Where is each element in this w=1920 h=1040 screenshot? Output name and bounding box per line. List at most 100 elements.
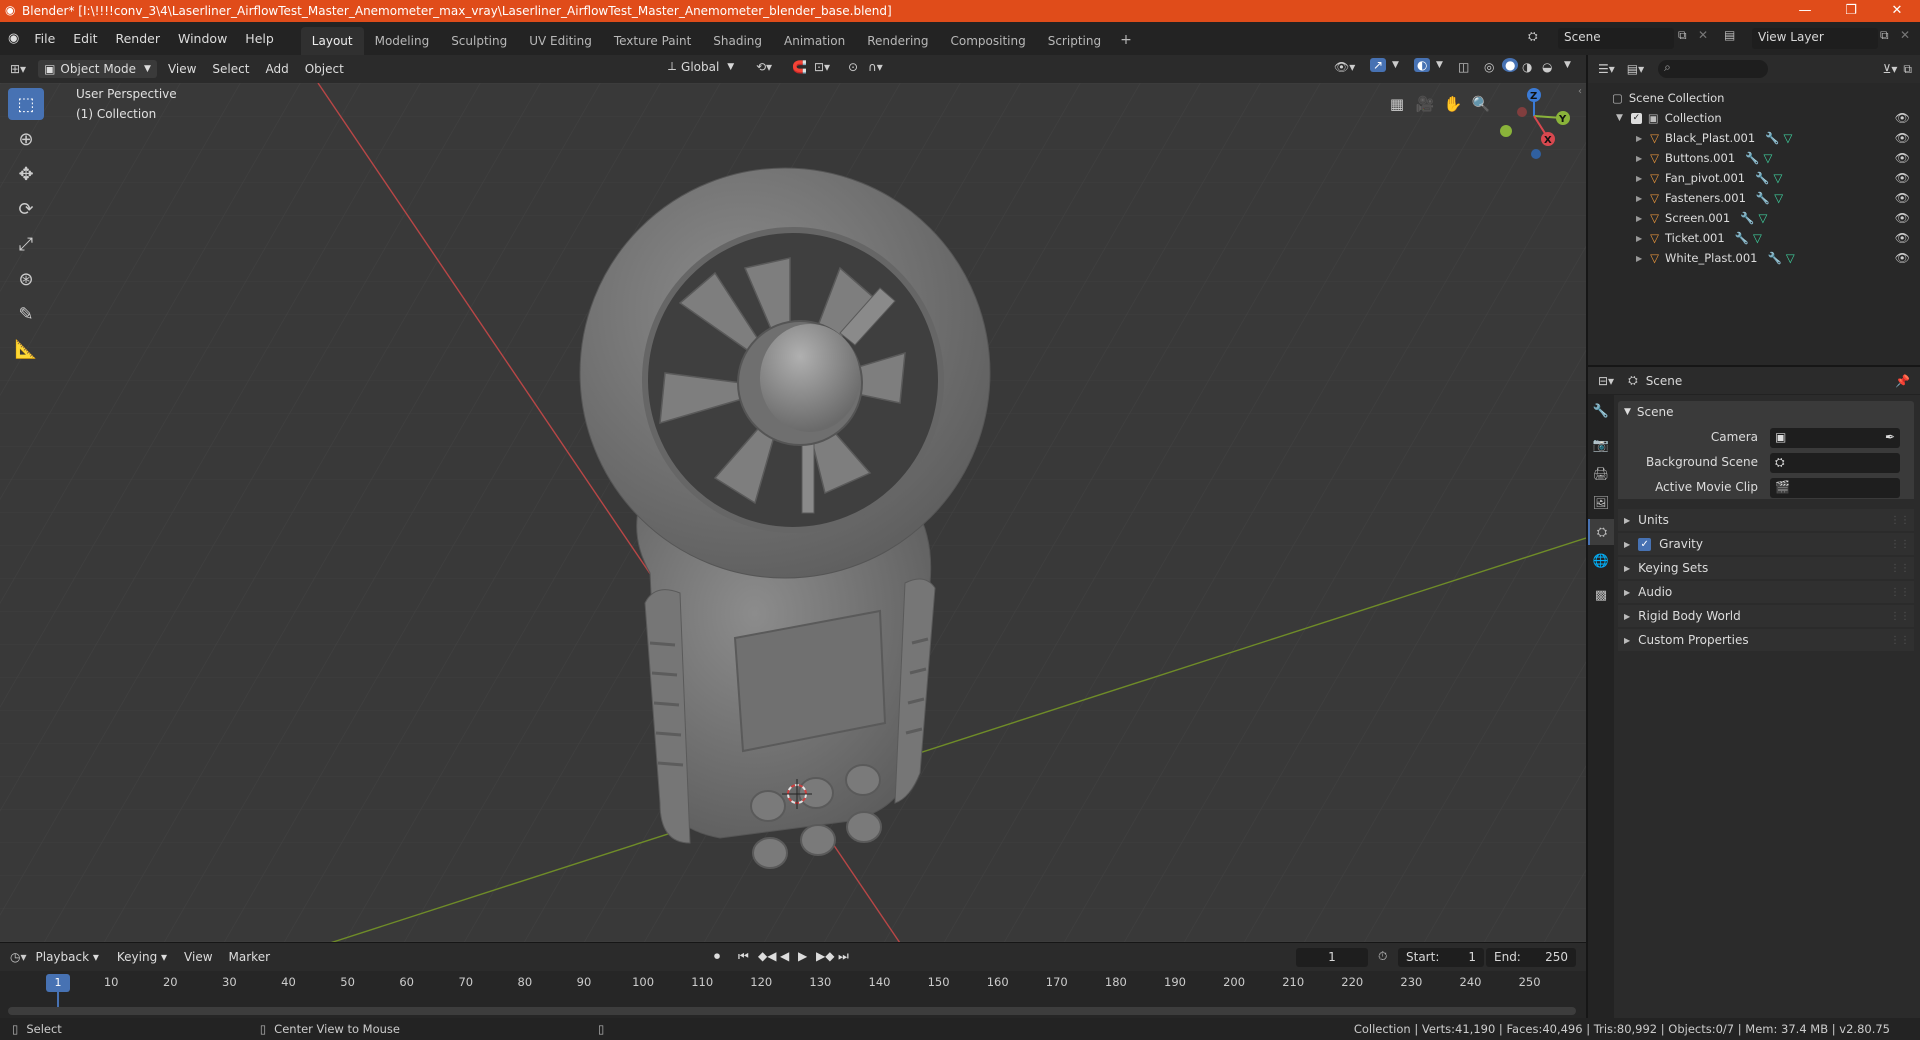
keying-menu[interactable]: Keying ▾ bbox=[111, 948, 173, 966]
scene-panel-header[interactable]: ▼ Scene bbox=[1618, 401, 1914, 423]
overlays-icon[interactable]: ◐ bbox=[1414, 58, 1431, 72]
wireframe-shading-icon[interactable]: ◎ bbox=[1484, 60, 1494, 74]
current-frame-field[interactable]: 1 bbox=[1296, 948, 1368, 967]
delete-scene-icon[interactable]: ✕ bbox=[1698, 28, 1708, 42]
drag-handle-icon[interactable]: ⋮⋮ bbox=[1890, 539, 1910, 550]
eye-icon[interactable]: 👁 bbox=[1895, 211, 1910, 225]
expand-arrow-icon[interactable]: ▶ bbox=[1636, 154, 1642, 163]
subpanel-units[interactable]: ▶ Units ⋮⋮ bbox=[1618, 509, 1914, 531]
measure-tool[interactable]: 📐 bbox=[8, 333, 44, 365]
neg-y-axis-handle[interactable] bbox=[1500, 125, 1512, 137]
expand-arrow-icon[interactable]: ▶ bbox=[1636, 254, 1642, 263]
eye-icon[interactable]: 👁 bbox=[1895, 231, 1910, 245]
clock-icon[interactable]: ⏱ bbox=[1378, 949, 1387, 964]
xray-icon[interactable]: ◫ bbox=[1458, 60, 1469, 74]
render-tab-icon[interactable]: 📷 bbox=[1588, 432, 1614, 458]
mesh-data-icon[interactable]: ▽ bbox=[1773, 171, 1782, 185]
menu-file[interactable]: File bbox=[25, 31, 64, 46]
menu-window[interactable]: Window bbox=[169, 31, 236, 46]
menu-add[interactable]: Add bbox=[257, 60, 296, 78]
play-reverse-icon[interactable]: ◀ bbox=[780, 949, 789, 963]
neg-z-axis-handle[interactable] bbox=[1531, 149, 1541, 159]
orientation-dropdown[interactable]: ⟂ Global ▼ bbox=[668, 59, 734, 74]
scene-tab-icon[interactable]: ⛭ bbox=[1588, 519, 1614, 545]
jump-end-icon[interactable]: ⏭ bbox=[838, 949, 849, 964]
pan-hand-icon[interactable]: ✋ bbox=[1439, 90, 1467, 118]
camera-view-icon[interactable]: 🎥 bbox=[1411, 90, 1439, 118]
chevron-down-icon[interactable]: ▼ bbox=[1392, 60, 1399, 70]
drag-handle-icon[interactable]: ⋮⋮ bbox=[1890, 563, 1910, 574]
view-layer-selector[interactable]: View Layer bbox=[1752, 28, 1878, 49]
scene-selector[interactable]: Scene bbox=[1558, 28, 1674, 49]
exclude-checkbox[interactable]: ✓ bbox=[1630, 112, 1642, 124]
drag-handle-icon[interactable]: ⋮⋮ bbox=[1890, 587, 1910, 598]
mesh-data-icon[interactable]: ▽ bbox=[1753, 231, 1762, 245]
outliner-item[interactable]: ▶ ▽ Buttons.001 🔧 ▽ 👁 bbox=[1588, 148, 1920, 168]
subpanel-audio[interactable]: ▶ Audio ⋮⋮ bbox=[1618, 581, 1914, 603]
tab-scripting[interactable]: Scripting bbox=[1037, 27, 1112, 55]
end-frame-field[interactable]: End: 250 bbox=[1486, 948, 1576, 967]
chevron-down-icon[interactable]: ▼ bbox=[1564, 60, 1571, 70]
visibility-icon[interactable]: 👁▾ bbox=[1334, 60, 1355, 74]
tab-modeling[interactable]: Modeling bbox=[364, 27, 441, 55]
tool-tab-icon[interactable]: 🔧 bbox=[1588, 398, 1614, 424]
timeline-editor-icon[interactable]: ◷▾ bbox=[10, 950, 27, 964]
rotate-tool[interactable]: ⟳ bbox=[8, 193, 44, 225]
filter-icon[interactable]: ⊻▾ bbox=[1883, 62, 1898, 76]
blender-menu-icon[interactable]: ◉ bbox=[8, 31, 19, 46]
view-layer-icon[interactable]: ▤ bbox=[1724, 28, 1735, 42]
properties-editor-icon[interactable]: ⊟▾ bbox=[1598, 374, 1614, 388]
subpanel-custom-properties[interactable]: ▶ Custom Properties ⋮⋮ bbox=[1618, 629, 1914, 651]
outliner-scene-collection[interactable]: ▢ Scene Collection bbox=[1588, 88, 1920, 108]
menu-object[interactable]: Object bbox=[297, 60, 352, 78]
eye-icon[interactable]: 👁 bbox=[1895, 191, 1910, 205]
area-divider[interactable] bbox=[0, 942, 1586, 943]
material-shading-icon[interactable]: ◑ bbox=[1522, 60, 1532, 74]
outliner-search-input[interactable]: ⌕ bbox=[1658, 60, 1769, 78]
expand-arrow-icon[interactable]: ▼ bbox=[1616, 113, 1623, 123]
new-collection-icon[interactable]: ⧉ bbox=[1903, 62, 1912, 77]
outliner-item[interactable]: ▶ ▽ Screen.001 🔧 ▽ 👁 bbox=[1588, 208, 1920, 228]
modifier-icon[interactable]: 🔧 bbox=[1768, 251, 1782, 265]
minimize-icon[interactable]: — bbox=[1782, 0, 1828, 22]
sidebar-toggle-icon[interactable]: ‹ bbox=[1578, 86, 1582, 97]
mesh-data-icon[interactable]: ▽ bbox=[1759, 211, 1768, 225]
menu-edit[interactable]: Edit bbox=[64, 31, 106, 46]
editor-type-icon[interactable]: ⊞▾ bbox=[10, 62, 26, 76]
new-scene-icon[interactable]: ⧉ bbox=[1678, 28, 1687, 43]
subpanel-gravity[interactable]: ▶ ✓ Gravity ⋮⋮ bbox=[1618, 533, 1914, 555]
eye-icon[interactable]: 👁 bbox=[1895, 111, 1910, 125]
menu-render[interactable]: Render bbox=[106, 31, 169, 46]
area-divider[interactable] bbox=[1586, 55, 1588, 1018]
display-mode-icon[interactable]: ▤▾ bbox=[1627, 62, 1644, 76]
pin-icon[interactable]: 📌 bbox=[1895, 374, 1910, 388]
tab-compositing[interactable]: Compositing bbox=[940, 27, 1037, 55]
eye-icon[interactable]: 👁 bbox=[1895, 151, 1910, 165]
outliner-editor-icon[interactable]: ☰▾ bbox=[1598, 62, 1615, 76]
timeline-view-menu[interactable]: View bbox=[176, 948, 220, 966]
cursor-tool[interactable]: ⊕ bbox=[8, 123, 44, 155]
transform-tool[interactable]: ⊛ bbox=[8, 263, 44, 295]
tab-shading[interactable]: Shading bbox=[702, 27, 773, 55]
outliner-item[interactable]: ▶ ▽ Fan_pivot.001 🔧 ▽ 👁 bbox=[1588, 168, 1920, 188]
tab-sculpting[interactable]: Sculpting bbox=[440, 27, 518, 55]
subpanel-keying-sets[interactable]: ▶ Keying Sets ⋮⋮ bbox=[1618, 557, 1914, 579]
eyedropper-icon[interactable]: ✒ bbox=[1885, 430, 1895, 444]
tab-layout[interactable]: Layout bbox=[300, 27, 364, 55]
timeline-scrollbar[interactable] bbox=[8, 1007, 1576, 1015]
frame-ruler[interactable]: 1 10 20 30 40 50 60 70 80 90 100 110 120 130 140 150 160… bbox=[0, 971, 1586, 1012]
mesh-data-icon[interactable]: ▽ bbox=[1784, 131, 1793, 145]
gizmo-toggle-icon[interactable]: ↗ bbox=[1370, 58, 1387, 72]
solid-shading-icon[interactable]: ● bbox=[1502, 58, 1519, 72]
menu-view[interactable]: View bbox=[160, 60, 204, 78]
expand-arrow-icon[interactable]: ▶ bbox=[1636, 234, 1642, 243]
drag-handle-icon[interactable]: ⋮⋮ bbox=[1890, 611, 1910, 622]
modifier-icon[interactable]: 🔧 bbox=[1745, 151, 1759, 165]
eye-icon[interactable]: 👁 bbox=[1895, 251, 1910, 265]
move-tool[interactable]: ✥ bbox=[8, 158, 44, 190]
play-icon[interactable]: ▶ bbox=[798, 949, 807, 963]
mode-dropdown[interactable]: ▣ Object Mode ▼ bbox=[38, 60, 157, 78]
drag-handle-icon[interactable]: ⋮⋮ bbox=[1890, 635, 1910, 646]
modifier-icon[interactable]: 🔧 bbox=[1755, 171, 1769, 185]
camera-field[interactable]: ▣ ✒ bbox=[1770, 428, 1900, 448]
